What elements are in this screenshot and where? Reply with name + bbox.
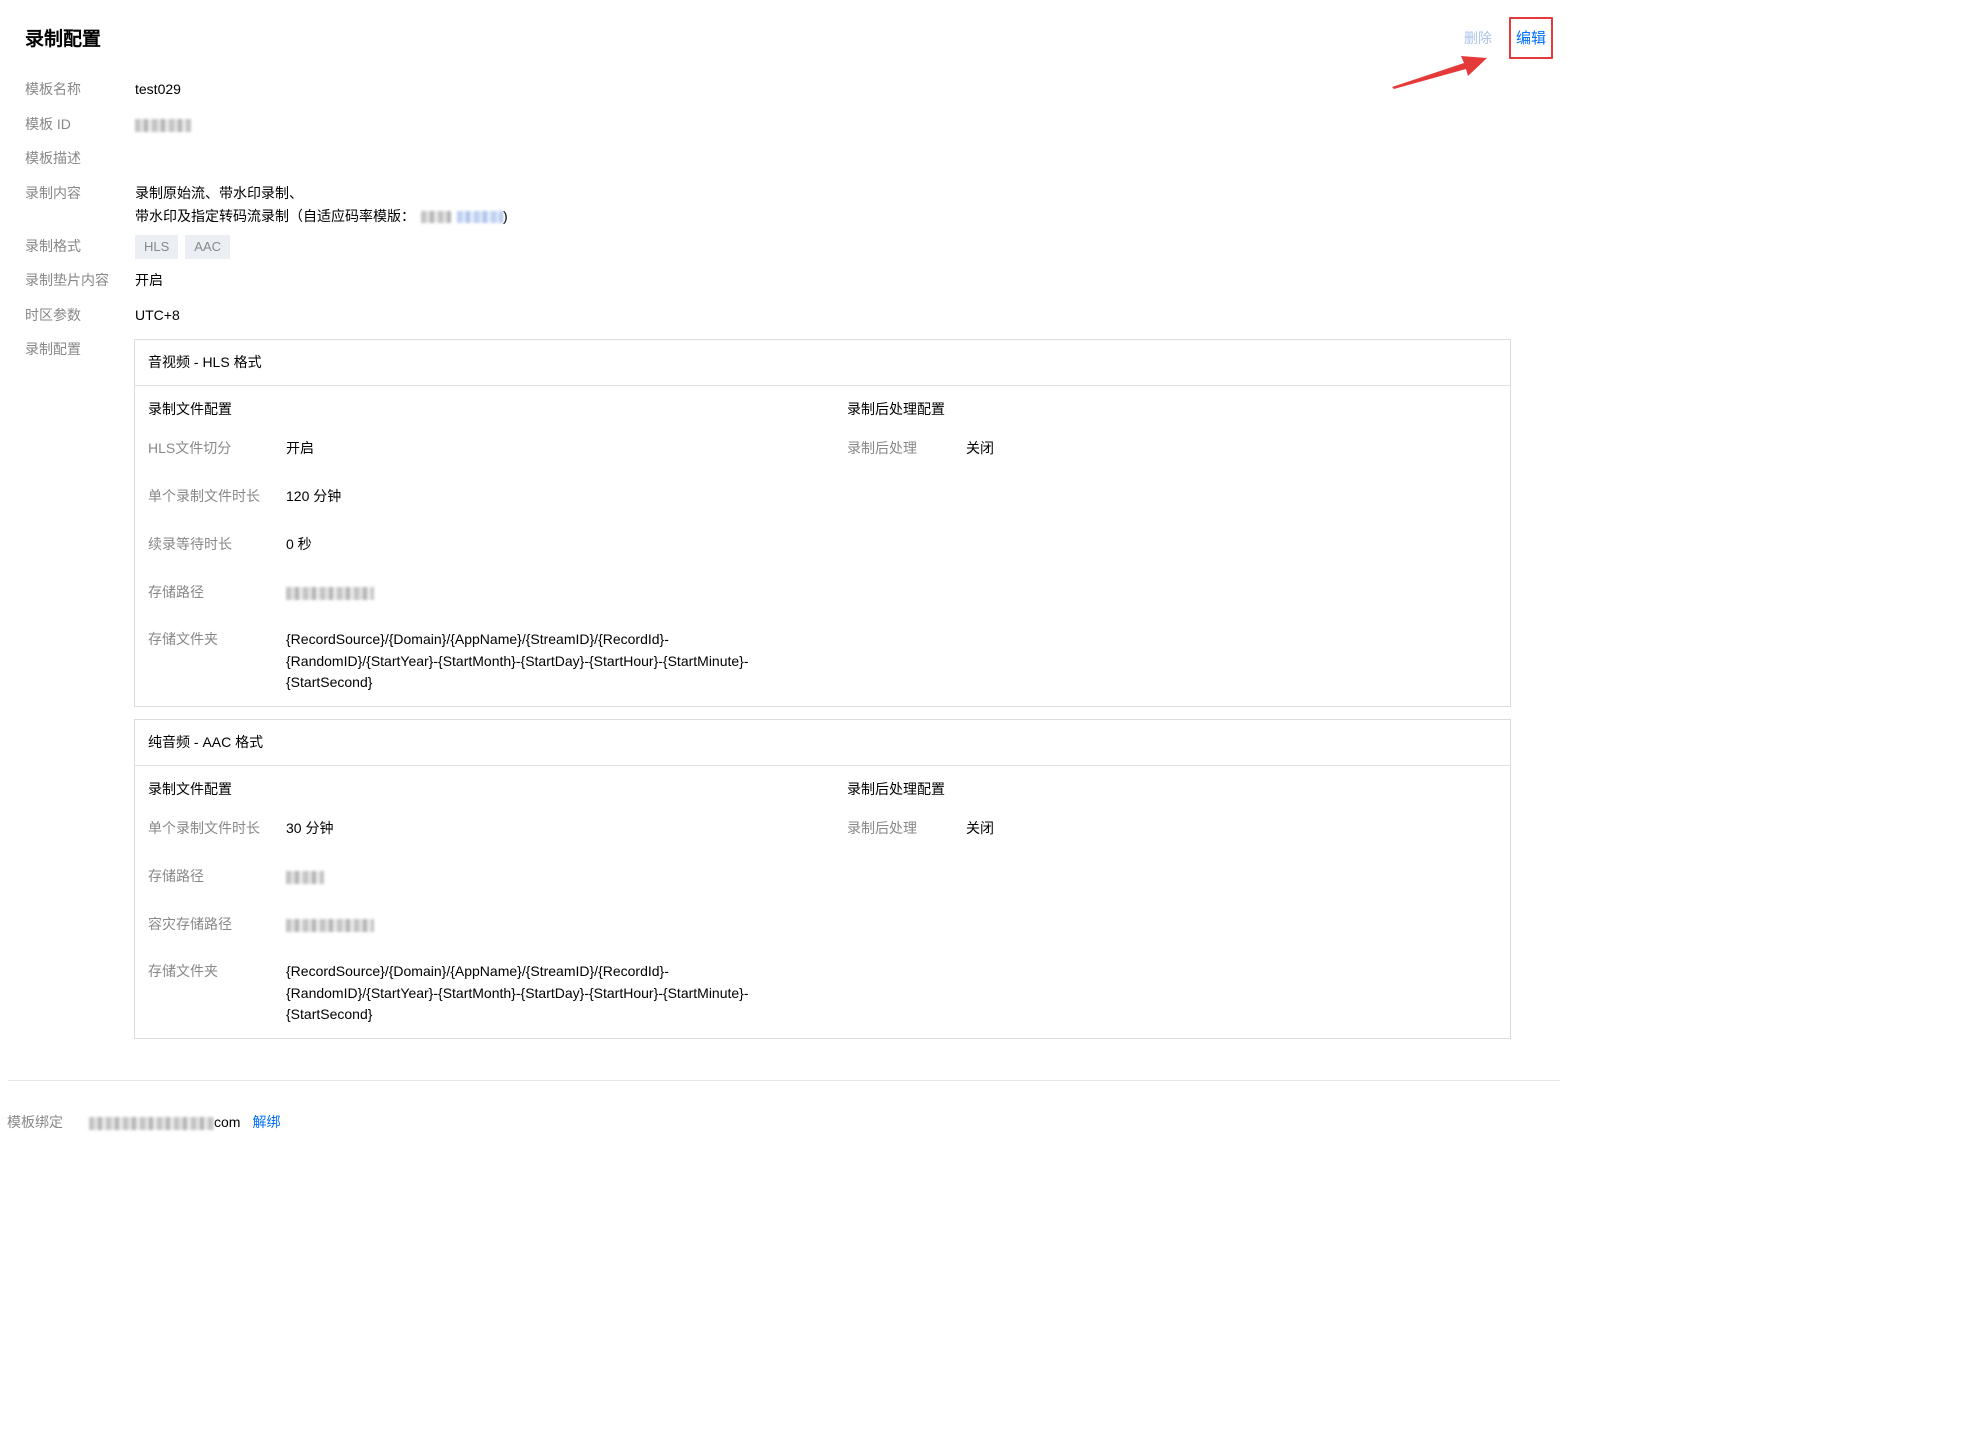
record-format-row: 录制格式 HLS AAC: [25, 235, 237, 259]
hls-folder-line3: {StartSecond}: [286, 674, 373, 690]
hls-wait-label: 续录等待时长: [148, 536, 232, 552]
format-tag-hls: HLS: [135, 235, 179, 259]
aac-post-value: 关闭: [966, 820, 994, 836]
hls-folder-value: {RecordSource}/{Domain}/{AppName}/{Strea…: [286, 629, 749, 694]
aac-folder-label: 存储文件夹: [148, 963, 218, 979]
aac-path-value: [286, 866, 324, 888]
record-content-line2-suffix: ): [503, 208, 508, 224]
timezone-label: 时区参数: [25, 307, 81, 323]
template-binding-label: 模板绑定: [7, 1114, 63, 1130]
record-config-label: 录制配置: [25, 341, 81, 357]
timezone-row: 时区参数 UTC+8: [25, 304, 180, 326]
aac-post-label: 录制后处理: [847, 820, 917, 836]
format-tag-aac: AAC: [185, 235, 231, 259]
record-content-line1: 录制原始流、带水印录制、: [135, 185, 303, 201]
template-id-row: 模板 ID: [25, 113, 191, 135]
record-content-line2: 带水印及指定转码流录制（自适应码率模版：): [135, 205, 508, 228]
hls-path-label: 存储路径: [148, 584, 204, 600]
section-divider: [8, 1080, 1560, 1081]
aac-folder-row: 存储文件夹 {RecordSource}/{Domain}/{AppName}/…: [148, 961, 749, 1026]
hls-box-body: 录制文件配置 录制后处理配置 HLS文件切分 开启 录制后处理 关闭 单个录制文…: [135, 386, 1510, 706]
hls-wait-row: 续录等待时长 0 秒: [148, 534, 312, 556]
aac-duration-row: 单个录制文件时长 30 分钟: [148, 818, 333, 840]
hls-post-value: 关闭: [966, 440, 994, 456]
template-id-value: [135, 113, 191, 135]
aac-folder-line3: {StartSecond}: [286, 1006, 373, 1022]
aac-post-config-title: 录制后处理配置: [847, 781, 945, 797]
template-name-label: 模板名称: [25, 81, 81, 97]
hls-path-row: 存储路径: [148, 582, 374, 604]
hls-post-label: 录制后处理: [847, 440, 917, 456]
hls-path-value: [286, 582, 374, 604]
hls-box-title: 音视频 - HLS 格式: [135, 340, 1510, 386]
bound-domain-suffix: com: [214, 1114, 241, 1130]
hls-folder-line1: {RecordSource}/{Domain}/{AppName}/{Strea…: [286, 631, 669, 647]
record-format-label: 录制格式: [25, 238, 81, 254]
template-name-row: 模板名称 test029: [25, 78, 181, 100]
aac-folder-line1: {RecordSource}/{Domain}/{AppName}/{Strea…: [286, 963, 669, 979]
aac-folder-value: {RecordSource}/{Domain}/{AppName}/{Strea…: [286, 961, 749, 1026]
aac-post-row: 录制后处理 关闭: [847, 818, 994, 840]
hls-split-label: HLS文件切分: [148, 440, 232, 456]
template-desc-row: 模板描述: [25, 147, 135, 169]
hls-folder-line2: {RandomID}/{StartYear}-{StartMonth}-{Sta…: [286, 652, 749, 669]
hls-post-row: 录制后处理 关闭: [847, 438, 994, 460]
aac-box-body: 录制文件配置 录制后处理配置 单个录制文件时长 30 分钟 录制后处理 关闭 存…: [135, 766, 1510, 1038]
hls-split-row: HLS文件切分 开启: [148, 438, 314, 460]
record-format-tags: HLS AAC: [135, 235, 237, 259]
aac-box-title: 纯音频 - AAC 格式: [135, 720, 1510, 766]
edit-button[interactable]: 编辑: [1508, 17, 1553, 59]
record-content-value: 录制原始流、带水印录制、 带水印及指定转码流录制（自适应码率模版：): [135, 182, 508, 228]
bound-domain: com: [89, 1111, 240, 1133]
page-title: 录制配置: [25, 29, 102, 50]
hls-duration-row: 单个录制文件时长 120 分钟: [148, 486, 341, 508]
annotation-arrow-icon: [1392, 56, 1487, 89]
hls-duration-value: 120 分钟: [286, 488, 342, 504]
pad-content-value: 开启: [135, 272, 163, 288]
aac-path-row: 存储路径: [148, 866, 324, 888]
hls-config-box: 音视频 - HLS 格式 录制文件配置 录制后处理配置 HLS文件切分 开启 录…: [134, 339, 1511, 707]
record-content-line2-prefix: 带水印及指定转码流录制（自适应码率模版：: [135, 208, 415, 224]
unbind-button[interactable]: 解绑: [252, 1111, 280, 1133]
aac-file-config-title: 录制文件配置: [148, 781, 232, 797]
aac-duration-label: 单个录制文件时长: [148, 820, 260, 836]
record-content-row: 录制内容 录制原始流、带水印录制、 带水印及指定转码流录制（自适应码率模版：): [25, 182, 508, 228]
aac-backup-path-row: 容灾存储路径: [148, 914, 374, 936]
hls-duration-label: 单个录制文件时长: [148, 488, 260, 504]
record-content-label: 录制内容: [25, 185, 81, 201]
hls-folder-row: 存储文件夹 {RecordSource}/{Domain}/{AppName}/…: [148, 629, 749, 694]
aac-path-label: 存储路径: [148, 868, 204, 884]
delete-button[interactable]: 删除: [1464, 28, 1492, 48]
template-id-label: 模板 ID: [25, 116, 71, 132]
aac-backup-path-value: [286, 914, 374, 936]
aac-config-box: 纯音频 - AAC 格式 录制文件配置 录制后处理配置 单个录制文件时长 30 …: [134, 719, 1511, 1039]
aac-backup-path-label: 容灾存储路径: [148, 916, 232, 932]
template-desc-label: 模板描述: [25, 150, 81, 166]
template-binding-row: 模板绑定 com 解绑: [7, 1111, 280, 1133]
timezone-value: UTC+8: [135, 307, 180, 323]
pad-content-label: 录制垫片内容: [25, 272, 109, 288]
template-name-value: test029: [135, 81, 181, 97]
pad-content-row: 录制垫片内容 开启: [25, 269, 163, 291]
hls-file-config-title: 录制文件配置: [148, 401, 232, 417]
hls-split-value: 开启: [286, 440, 314, 456]
hls-wait-value: 0 秒: [286, 536, 312, 552]
adaptive-template-link[interactable]: [457, 211, 503, 224]
hls-post-config-title: 录制后处理配置: [847, 401, 945, 417]
hls-folder-label: 存储文件夹: [148, 631, 218, 647]
aac-duration-value: 30 分钟: [286, 820, 334, 836]
aac-folder-line2: {RandomID}/{StartYear}-{StartMonth}-{Sta…: [286, 984, 749, 1001]
record-config-row: 录制配置: [25, 338, 135, 360]
